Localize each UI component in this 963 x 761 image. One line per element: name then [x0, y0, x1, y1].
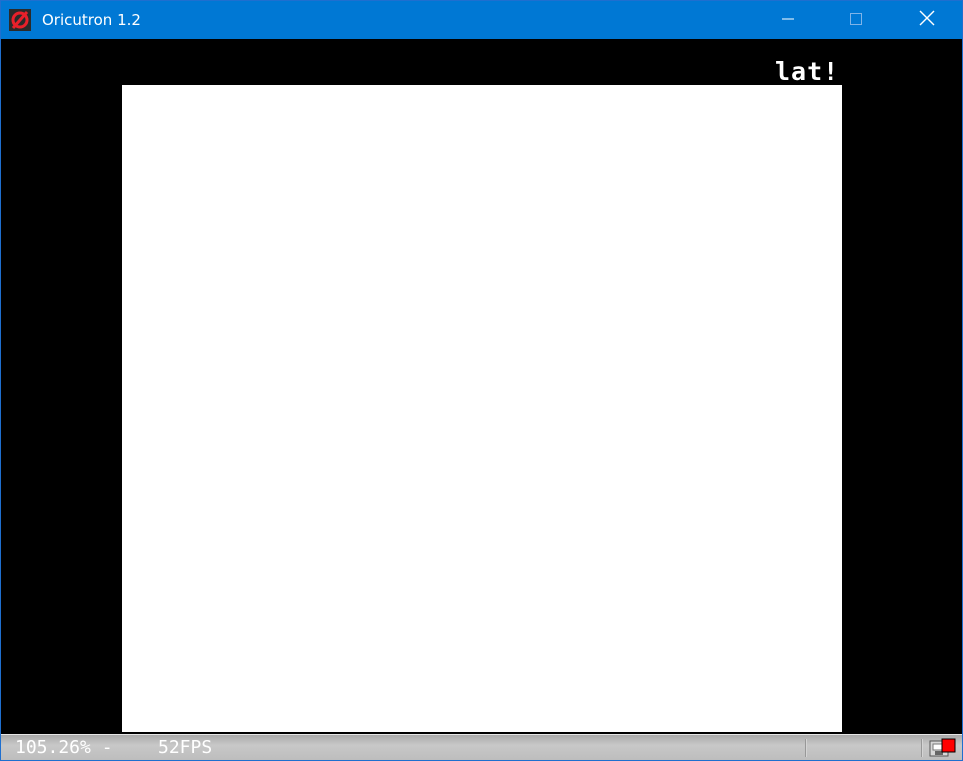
status-bar: 105.26% - 52FPS	[1, 734, 962, 760]
title-bar[interactable]: Oricutron 1.2	[1, 1, 962, 39]
oric-display[interactable]	[122, 85, 842, 732]
disk-activity-icon	[929, 738, 957, 758]
oricutron-logo-icon[interactable]	[9, 9, 31, 31]
oric-status-text: lat!	[775, 57, 840, 86]
oricutron-window: Oricutron 1.2 lat! 105.26% - 52FPS	[0, 0, 963, 761]
maximize-icon	[849, 11, 863, 30]
fps-readout: 52FPS	[158, 737, 213, 758]
close-button[interactable]	[904, 1, 950, 39]
close-icon	[919, 10, 935, 30]
status-divider	[921, 739, 923, 757]
minimize-icon	[781, 11, 795, 30]
maximize-button[interactable]	[833, 1, 879, 39]
window-title: Oricutron 1.2	[42, 11, 141, 29]
emulator-screen[interactable]: lat!	[1, 39, 962, 734]
status-divider	[805, 739, 807, 757]
speed-readout: 105.26% -	[15, 737, 113, 758]
minimize-button[interactable]	[765, 1, 811, 39]
